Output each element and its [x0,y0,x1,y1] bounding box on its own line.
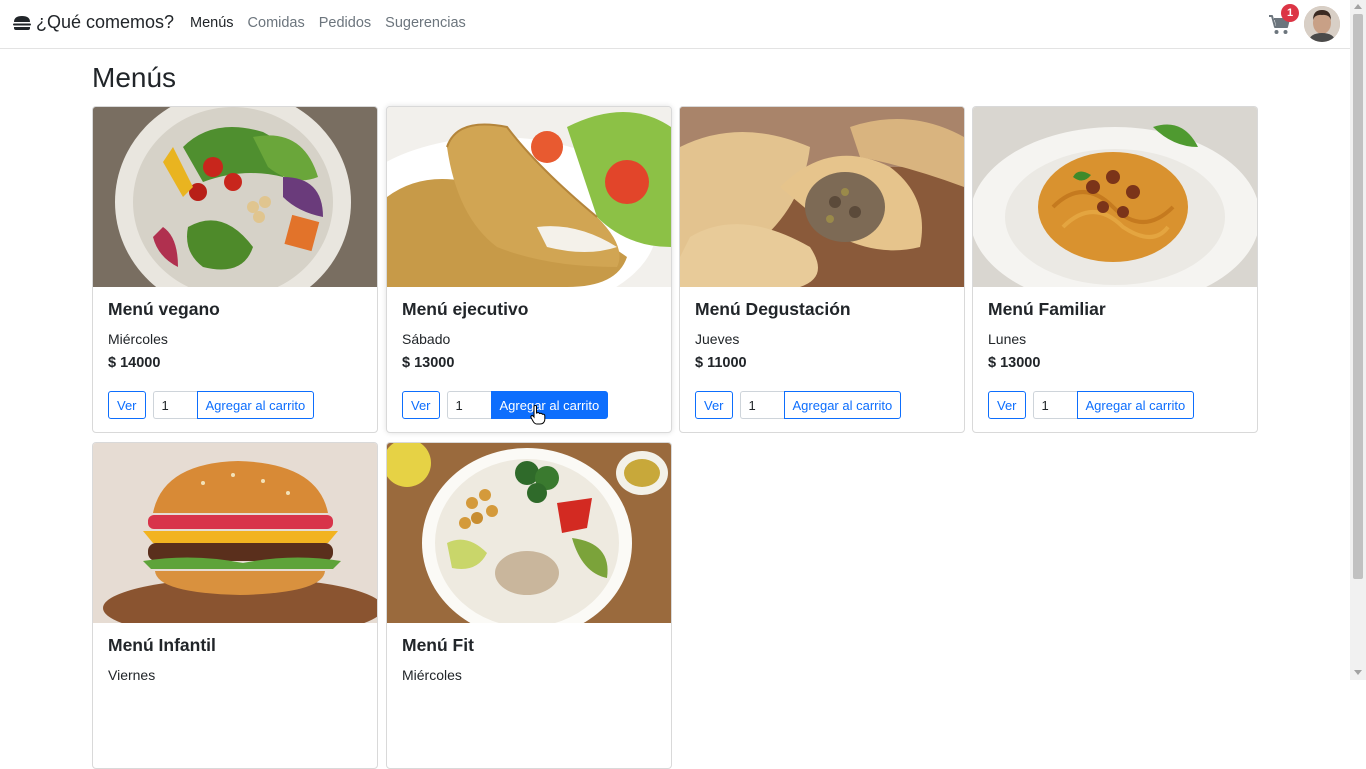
menu-card: Menú vegano Miércoles $ 14000 Ver Agrega… [92,106,378,433]
add-to-cart-button[interactable]: Agregar al carrito [490,391,609,419]
menu-price: $ 13000 [988,355,1041,371]
view-button[interactable]: Ver [988,391,1026,419]
page-title: Menús [92,62,177,93]
nav-item-menus[interactable]: Menús [190,15,234,31]
hand-cursor-icon [530,405,546,430]
cart-count-badge: 1 [1281,4,1299,22]
menu-title: Menú Familiar [988,299,1106,319]
brand-link[interactable]: ¿Qué comemos? [12,12,174,33]
menu-card: Menú Fit Miércoles [386,442,672,769]
menu-image-empanadas [680,107,964,287]
nav-item-pedidos[interactable]: Pedidos [319,15,371,31]
menu-title: Menú vegano [108,299,220,319]
view-button[interactable]: Ver [695,391,733,419]
quantity-input[interactable] [1032,391,1077,419]
quantity-input[interactable] [739,391,784,419]
view-button[interactable]: Ver [108,391,146,419]
menu-price: $ 11000 [695,355,747,371]
menu-card: Menú Infantil Viernes [92,442,378,769]
top-navbar: ¿Qué comemos? Menús Comidas Pedidos Suge… [0,0,1350,49]
menu-day: Sábado [402,331,451,347]
menu-day: Lunes [988,331,1027,347]
menu-image-fit-bowl [387,443,671,623]
menu-image-burger [93,443,377,623]
scroll-down-arrow-icon[interactable] [1354,670,1362,675]
brand-label: ¿Qué comemos? [36,12,175,32]
menu-price: $ 14000 [108,355,161,371]
quantity-input[interactable] [446,391,491,419]
menu-card: Menú ejecutivo Sábado $ 13000 Ver Agrega… [386,106,672,433]
menu-image-pasta [973,107,1257,287]
nav-item-comidas[interactable]: Comidas [248,15,305,31]
add-to-cart-button[interactable]: Agregar al carrito [783,391,902,419]
menu-image-vegan-bowl [93,107,377,287]
main-nav: Menús Comidas Pedidos Sugerencias [190,15,480,31]
menu-day: Miércoles [108,331,168,347]
page-scrollbar[interactable] [1350,0,1366,680]
add-to-cart-button[interactable]: Agregar al carrito [1076,391,1195,419]
menu-day: Miércoles [402,667,462,683]
nav-item-sugerencias[interactable]: Sugerencias [385,15,466,31]
view-button[interactable]: Ver [402,391,440,419]
menu-day: Jueves [695,331,740,347]
menu-title: Menú ejecutivo [402,299,529,319]
menu-card: Menú Degustación Jueves $ 11000 Ver Agre… [679,106,965,433]
add-to-cart-button[interactable]: Agregar al carrito [196,391,315,419]
menu-image-breaded-fish [387,107,671,287]
menu-day: Viernes [108,667,156,683]
burger-logo-icon [12,15,32,31]
user-avatar[interactable] [1304,6,1340,42]
menu-card: Menú Familiar Lunes $ 13000 Ver Agregar … [972,106,1258,433]
menu-price: $ 13000 [402,355,455,371]
quantity-input[interactable] [152,391,197,419]
scrollbar-thumb[interactable] [1353,14,1363,579]
scroll-up-arrow-icon[interactable] [1354,4,1362,9]
menu-title: Menú Fit [402,635,474,655]
menu-title: Menú Degustación [695,299,851,319]
menu-title: Menú Infantil [108,635,216,655]
